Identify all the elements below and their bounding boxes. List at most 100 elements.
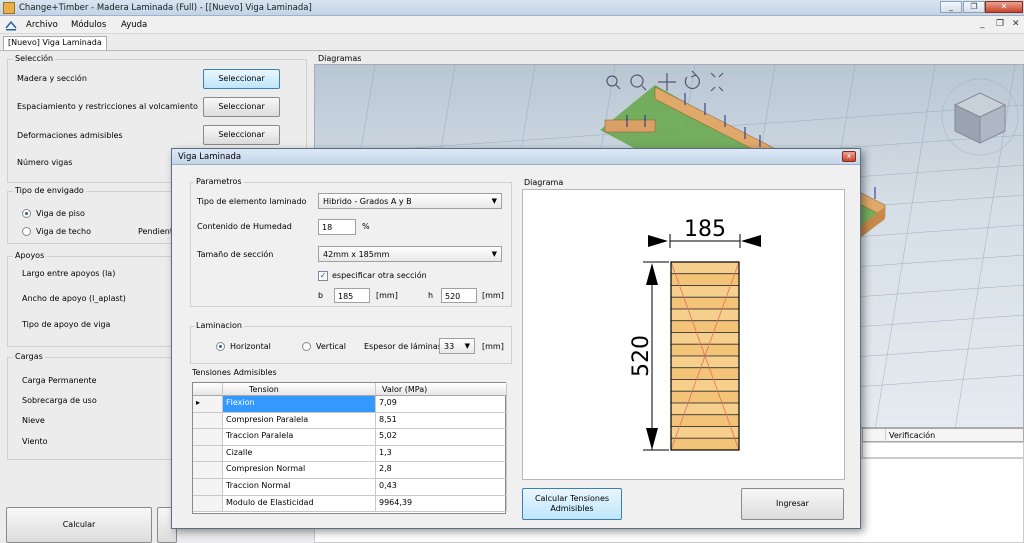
lamina — [670, 402, 740, 416]
calcular-tensiones-button[interactable]: Calcular Tensiones Admisibles — [522, 488, 622, 520]
lamina — [670, 355, 740, 369]
tension-cell[interactable]: Traccion Normal — [223, 479, 376, 496]
h-input[interactable]: 520 — [441, 288, 477, 303]
column-divider — [885, 429, 886, 443]
dialog-close-button[interactable]: x — [842, 151, 856, 162]
viga-techo-radio[interactable] — [22, 227, 31, 236]
tipo-elemento-select[interactable]: Hibrido - Grados A y B ▼ — [318, 193, 502, 209]
valor-cell[interactable]: 9964,39 — [376, 495, 507, 513]
row-header[interactable] — [193, 412, 223, 430]
valor-cell[interactable]: 7,09 — [376, 396, 507, 413]
dialog-titlebar: Viga Laminada x — [172, 149, 860, 165]
lamina — [670, 343, 740, 357]
humedad-label: Contenido de Humedad — [197, 222, 292, 231]
chevron-down-icon: ▼ — [464, 342, 470, 350]
calcular-button[interactable]: Calcular — [6, 507, 152, 543]
width-arrow-left — [648, 235, 668, 247]
mdi-close-button[interactable]: ✕ — [1012, 19, 1020, 29]
viga-laminada-dialog: Viga Laminada x Parametros Tipo de eleme… — [171, 148, 861, 529]
valor-cell[interactable]: 2,8 — [376, 462, 507, 479]
dialog-title: Viga Laminada — [178, 152, 242, 162]
row-header[interactable] — [193, 429, 223, 446]
especificar-label: especificar otra sección — [332, 271, 427, 280]
viga-piso-label: Viga de piso — [36, 209, 85, 218]
document-icon — [5, 20, 17, 31]
espesor-select[interactable]: 33 ▼ — [439, 338, 475, 354]
lamina — [670, 332, 740, 345]
tipo-apoyo-label: Tipo de apoyo de viga — [22, 320, 111, 329]
window-titlebar: Change+Timber - Madera Laminada (Full) -… — [0, 0, 1024, 16]
lamina — [670, 390, 740, 404]
envigado-title: Tipo de envigado — [13, 186, 86, 195]
espaciamiento-seleccionar-button[interactable]: Seleccionar — [203, 97, 280, 117]
tension-cell[interactable]: Modulo de Elasticidad — [223, 495, 376, 513]
humedad-unit: % — [362, 222, 370, 231]
valor-cell[interactable]: 1,3 — [376, 445, 507, 463]
chevron-down-icon: ▼ — [491, 250, 497, 258]
close-button[interactable]: ✕ — [985, 1, 1023, 13]
valor-cell[interactable]: 8,51 — [376, 412, 507, 430]
row-header[interactable] — [193, 495, 223, 513]
valor-cell[interactable]: 5,02 — [376, 429, 507, 446]
humedad-input[interactable]: 18 — [318, 219, 356, 235]
height-arrow-top — [646, 263, 658, 285]
section-diagram: 185 520 — [629, 217, 761, 451]
espesor-label: Espesor de láminas — [364, 342, 442, 351]
lamina — [670, 367, 740, 380]
width-arrow-right — [741, 235, 761, 247]
menu-ayuda[interactable]: Ayuda — [121, 20, 147, 30]
column-header-valor[interactable]: Valor (MPa) — [376, 383, 507, 396]
verificacion-label: Verificación — [889, 431, 936, 440]
width-label: 185 — [684, 217, 726, 242]
largo-apoyos-label: Largo entre apoyos (la) — [22, 269, 116, 278]
row-header[interactable] — [193, 462, 223, 479]
zoom-icon — [630, 74, 647, 91]
h-label: h — [428, 291, 434, 300]
h-unit: [mm] — [482, 291, 504, 300]
b-input[interactable]: 185 — [334, 288, 370, 303]
mdi-restore-button[interactable]: ❐ — [996, 19, 1004, 29]
row-header[interactable] — [193, 445, 223, 463]
nieve-label: Nieve — [22, 416, 45, 425]
row-header[interactable] — [193, 479, 223, 496]
height-label: 520 — [629, 335, 654, 377]
cargas-title: Cargas — [13, 352, 45, 361]
maximize-button[interactable]: ❐ — [963, 1, 985, 13]
row-header-corner — [193, 383, 223, 396]
ingresar-button[interactable]: Ingresar — [741, 488, 844, 520]
tension-cell[interactable]: Compresion Paralela — [223, 412, 376, 430]
tensiones-title: Tensiones Admisibles — [192, 368, 277, 377]
row-header[interactable]: ▸ — [193, 396, 223, 413]
tension-cell[interactable]: Cizalle — [223, 445, 376, 463]
deformaciones-seleccionar-button[interactable]: Seleccionar — [203, 125, 280, 145]
menu-archivo[interactable]: Archivo — [26, 20, 58, 30]
column-header-tension[interactable]: Tension — [223, 383, 376, 396]
espaciamiento-label: Espaciamiento y restricciones al volcami… — [17, 102, 198, 111]
zoom-box-icon — [606, 75, 621, 90]
b-label: b — [318, 291, 324, 300]
menu-modulos[interactable]: Módulos — [71, 20, 106, 30]
lamina — [670, 320, 740, 333]
height-arrow-bottom — [646, 428, 658, 450]
fit-icon — [710, 72, 724, 92]
mdi-minimize-button[interactable]: _ — [980, 19, 985, 29]
lamina — [670, 308, 740, 322]
lamina — [670, 261, 740, 275]
tension-cell[interactable]: Flexion — [223, 396, 376, 413]
diagrama-panel: 185 520 — [522, 189, 845, 480]
especificar-checkbox[interactable]: ✓ — [318, 271, 328, 281]
window-title: Change+Timber - Madera Laminada (Full) -… — [19, 3, 312, 13]
minimize-button[interactable]: _ — [940, 1, 962, 13]
vertical-radio[interactable] — [302, 342, 311, 351]
tension-cell[interactable]: Traccion Paralela — [223, 429, 376, 446]
tamano-seccion-select[interactable]: 42mm x 185mm ▼ — [318, 246, 502, 262]
viga-piso-radio[interactable] — [22, 209, 31, 218]
madera-seleccionar-button[interactable]: Seleccionar — [203, 69, 280, 89]
valor-cell[interactable]: 0,43 — [376, 479, 507, 496]
tab-nuevo-viga-laminada[interactable]: [Nuevo] Viga Laminada — [3, 36, 107, 50]
vertical-label: Vertical — [316, 342, 346, 351]
horizontal-radio[interactable] — [216, 342, 225, 351]
tension-cell[interactable]: Compresion Normal — [223, 462, 376, 479]
viento-label: Viento — [22, 437, 48, 446]
verificacion-header: Verificación — [862, 428, 1024, 443]
